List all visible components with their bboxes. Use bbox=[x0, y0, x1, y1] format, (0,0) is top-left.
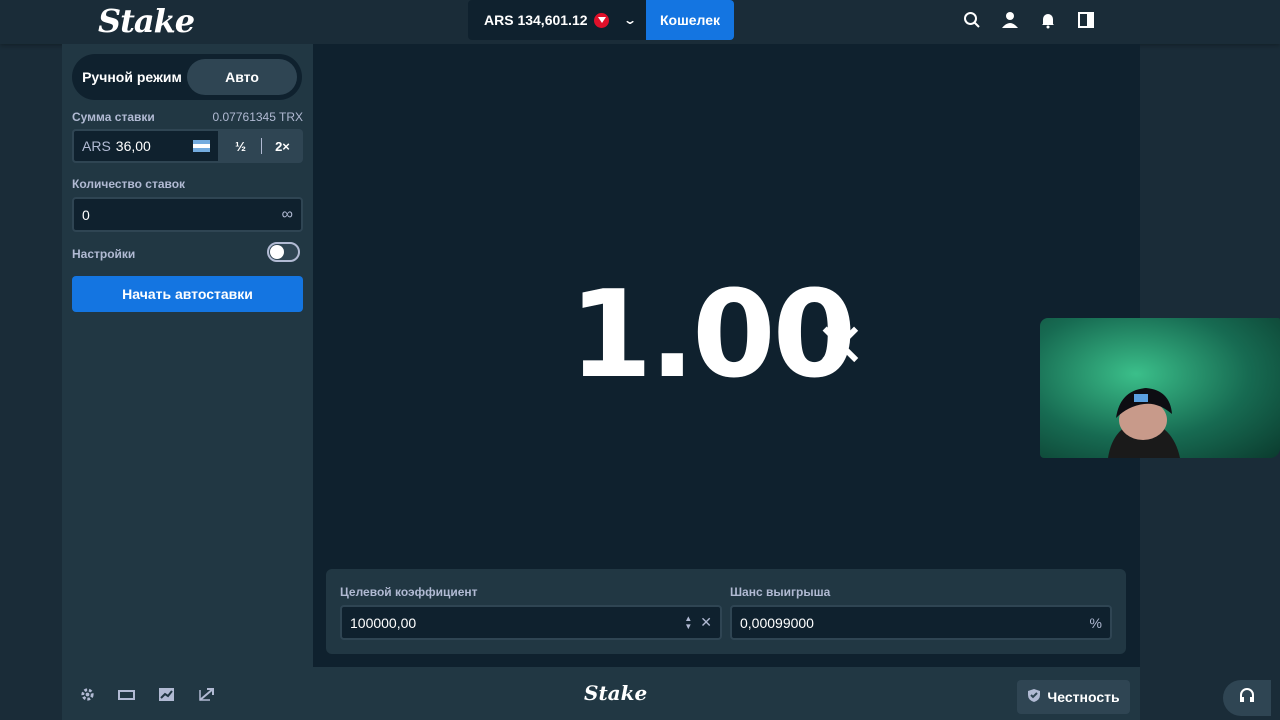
balance-value: ARS 134,601.12 bbox=[484, 12, 588, 28]
game-footer: Stake Честность bbox=[62, 667, 1140, 720]
win-chance-label: Шанс выигрыша bbox=[730, 585, 831, 599]
target-multiplier-label: Целевой коэффициент bbox=[340, 585, 478, 599]
settings-toggle[interactable] bbox=[267, 242, 300, 262]
bet-count-label-row: Количество ставок bbox=[72, 177, 303, 191]
multiplier-value: 1.00 bbox=[569, 266, 856, 405]
target-multiplier-input[interactable]: 100000,00 ▲ ▼ ✕ bbox=[340, 605, 722, 640]
user-icon[interactable] bbox=[1000, 10, 1020, 30]
start-autobet-button[interactable]: Начать автоставки bbox=[72, 276, 303, 312]
search-icon[interactable] bbox=[962, 10, 982, 30]
theatre-mode-icon[interactable] bbox=[118, 687, 135, 707]
multiplier-x-symbol: × bbox=[817, 299, 864, 388]
streamer-webcam bbox=[1040, 318, 1280, 458]
wallet-button[interactable]: Кошелек bbox=[646, 0, 734, 40]
stepper-icon[interactable]: ▲ ▼ bbox=[684, 614, 692, 631]
support-chat-button[interactable] bbox=[1223, 680, 1271, 716]
tab-auto[interactable]: Авто bbox=[187, 59, 297, 95]
win-chance-input[interactable]: 0,00099000 % bbox=[730, 605, 1112, 640]
settings-gear-icon[interactable] bbox=[80, 687, 95, 707]
target-multiplier-value: 100000,00 bbox=[350, 614, 417, 631]
mode-toggle: Ручной режим Авто bbox=[72, 54, 302, 100]
bet-amount-value: 36,00 bbox=[115, 138, 151, 154]
argentina-flag-icon bbox=[193, 140, 210, 152]
live-stats-icon[interactable] bbox=[198, 687, 215, 707]
bet-amount-input[interactable]: ARS 36,00 bbox=[72, 129, 220, 163]
infinity-icon[interactable]: ∞ bbox=[282, 206, 293, 224]
chevron-down-icon: ⌄ bbox=[622, 13, 637, 27]
bet-amount-label: Сумма ставки bbox=[72, 110, 155, 124]
bet-amount-group: ARS 36,00 ½ 2× bbox=[72, 129, 303, 163]
tron-icon bbox=[593, 12, 609, 28]
balance-selector[interactable]: ARS 134,601.12 ⌄ bbox=[468, 0, 646, 40]
sidebar-toggle-icon[interactable] bbox=[1076, 10, 1096, 30]
stake-logo[interactable]: Stake bbox=[98, 2, 195, 40]
footer-stake-logo: Stake bbox=[584, 681, 648, 705]
shield-check-icon bbox=[1027, 688, 1041, 706]
settings-label: Настройки bbox=[72, 247, 136, 261]
bet-amount-converted: 0.07761345 TRX bbox=[212, 110, 303, 124]
bet-amount-label-row: Сумма ставки 0.07761345 TRX bbox=[72, 110, 303, 124]
bet-currency: ARS bbox=[82, 138, 111, 154]
bet-count-label: Количество ставок bbox=[72, 177, 186, 191]
bet-control-panel: Ручной режим Авто Сумма ставки 0.0776134… bbox=[62, 44, 313, 667]
notifications-bell-icon[interactable] bbox=[1038, 10, 1058, 30]
headset-icon bbox=[1238, 687, 1256, 710]
bet-count-value: 0 bbox=[82, 206, 90, 223]
top-nav: Stake ARS 134,601.12 ⌄ Кошелек bbox=[0, 0, 1280, 44]
fairness-button[interactable]: Честность bbox=[1017, 680, 1130, 714]
tab-manual[interactable]: Ручной режим bbox=[77, 59, 187, 95]
close-icon[interactable]: ✕ bbox=[700, 614, 712, 631]
win-chance-value: 0,00099000 bbox=[740, 614, 814, 631]
bet-count-input[interactable]: 0 ∞ bbox=[72, 197, 303, 232]
percent-icon: % bbox=[1089, 614, 1102, 631]
double-bet-button[interactable]: 2× bbox=[262, 129, 303, 163]
game-area: 1.00 × Целевой коэффициент 100000,00 ▲ ▼ … bbox=[313, 44, 1140, 667]
fairness-label: Честность bbox=[1047, 689, 1120, 705]
game-settings-box: Целевой коэффициент 100000,00 ▲ ▼ ✕ Шанс … bbox=[326, 569, 1126, 654]
half-bet-button[interactable]: ½ bbox=[220, 129, 261, 163]
stats-chart-icon[interactable] bbox=[158, 687, 175, 707]
streamer-image bbox=[1108, 388, 1180, 458]
